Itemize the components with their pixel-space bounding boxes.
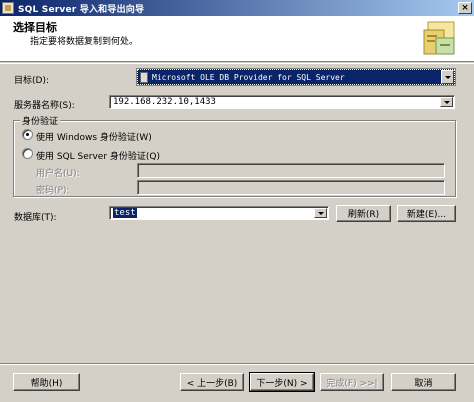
server-value: 192.168.232.10,1433: [113, 97, 216, 107]
refresh-button[interactable]: 刷新(R): [336, 205, 391, 222]
database-combobox[interactable]: test: [109, 206, 329, 220]
sql-auth-radio[interactable]: [22, 148, 33, 159]
windows-auth-label[interactable]: 使用 Windows 身份验证(W): [36, 130, 152, 143]
chevron-down-icon[interactable]: [440, 97, 453, 107]
next-button[interactable]: 下一步(N) >: [249, 372, 315, 392]
help-button[interactable]: 帮助(H): [13, 373, 80, 391]
password-label: 密码(P):: [36, 186, 70, 196]
back-button[interactable]: < 上一步(B): [180, 373, 244, 391]
app-icon: [2, 2, 14, 14]
wizard-header: 选择目标 指定要将数据复制到何处。: [0, 16, 474, 62]
finish-button[interactable]: 完成(F) >>|: [320, 373, 384, 391]
destination-value: Microsoft OLE DB Provider for SQL Server: [152, 72, 345, 82]
database-value: test: [113, 208, 137, 218]
sql-auth-label[interactable]: 使用 SQL Server 身份验证(Q): [36, 149, 160, 162]
title-bar: SQL Server 导入和导出向导 ×: [0, 0, 474, 16]
cancel-button[interactable]: 取消: [391, 373, 456, 391]
footer-divider: [0, 363, 474, 365]
new-database-button[interactable]: 新建(E)...: [397, 205, 456, 222]
window-title: SQL Server 导入和导出向导: [18, 4, 145, 15]
server-label: 服务器名称(S):: [14, 101, 75, 111]
header-divider: [0, 63, 474, 64]
close-button[interactable]: ×: [458, 2, 472, 14]
password-field[interactable]: [137, 180, 445, 195]
windows-auth-radio[interactable]: [22, 129, 33, 140]
destination-select[interactable]: Microsoft OLE DB Provider for SQL Server: [137, 69, 455, 85]
server-combobox[interactable]: 192.168.232.10,1433: [109, 95, 455, 109]
username-label: 用户名(U):: [36, 169, 80, 179]
chevron-down-icon[interactable]: [314, 208, 327, 218]
page-title: 选择目标: [13, 21, 57, 34]
provider-icon: [140, 71, 148, 83]
auth-legend: 身份验证: [20, 114, 61, 127]
page-subtitle: 指定要将数据复制到何处。: [30, 37, 139, 47]
destination-label: 目标(D):: [14, 76, 49, 86]
database-label: 数据库(T):: [14, 213, 57, 223]
username-field[interactable]: [137, 163, 445, 178]
wizard-icon: [423, 21, 455, 55]
chevron-down-icon[interactable]: [441, 70, 454, 84]
